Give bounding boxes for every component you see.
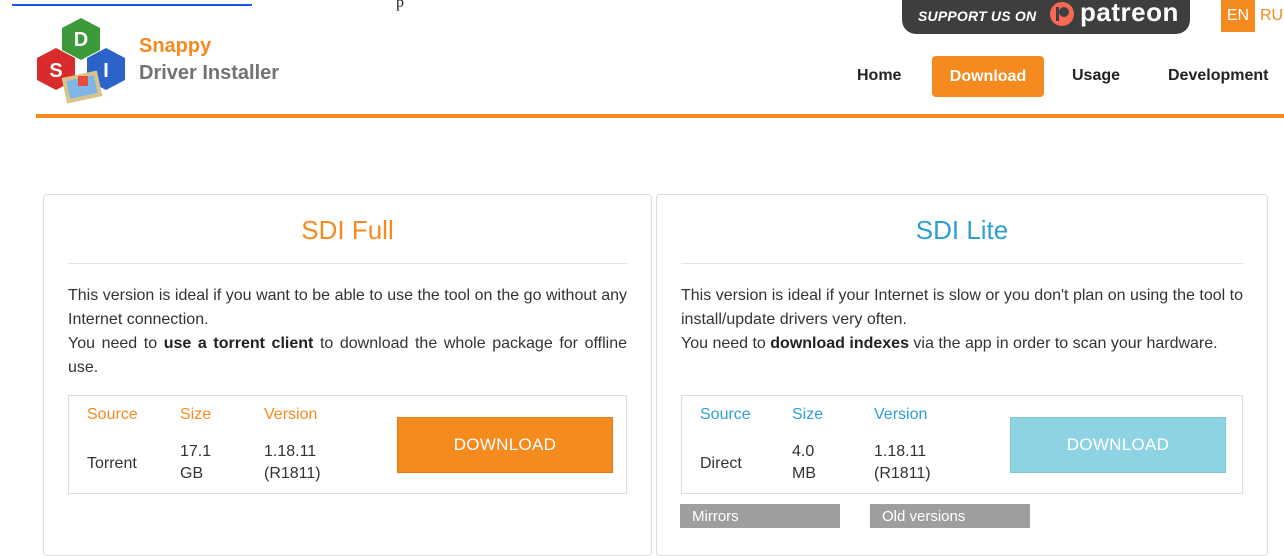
nav-usage[interactable]: Usage bbox=[1072, 67, 1120, 85]
header-divider bbox=[36, 114, 1284, 118]
version-release: (R1811) bbox=[264, 465, 321, 482]
source-value: Torrent bbox=[87, 455, 137, 472]
top-link[interactable] bbox=[12, 0, 252, 6]
patreon-wordmark: patreon bbox=[1080, 0, 1179, 27]
sdi-full-panel: SDI Full This version is ideal if you wa… bbox=[43, 194, 652, 556]
sdi-full-description: This version is ideal if you want to be … bbox=[68, 284, 627, 380]
sdi-lite-desc-bold: download indexes bbox=[770, 335, 909, 352]
sdi-lite-panel: SDI Lite This version is ideal if your I… bbox=[656, 194, 1268, 556]
lang-en-button[interactable]: EN bbox=[1221, 0, 1255, 32]
sdi-full-desc-bold: use a torrent client bbox=[163, 335, 314, 352]
brand-name: Snappy bbox=[139, 35, 212, 57]
source-value: Direct bbox=[700, 455, 742, 472]
version-value: 1.18.11 (R1811) bbox=[264, 441, 321, 485]
patreon-support-label: SUPPORT US ON bbox=[918, 8, 1037, 24]
sdi-lite-desc-line2c: via the app in order to scan your hardwa… bbox=[908, 335, 1218, 352]
sdi-lite-download-box: Source Size Version Direct 4.0 MB 1.18.1… bbox=[681, 395, 1243, 494]
patreon-icon bbox=[1050, 2, 1074, 26]
sdi-full-title: SDI Full bbox=[68, 215, 627, 264]
sdi-lite-download-button[interactable]: DOWNLOAD bbox=[1010, 417, 1226, 473]
sdi-full-download-button[interactable]: DOWNLOAD bbox=[397, 417, 613, 473]
size-number: 17.1 bbox=[180, 443, 212, 460]
svg-text:D: D bbox=[74, 29, 88, 51]
top-text-fragment: p bbox=[396, 0, 404, 11]
size-unit: MB bbox=[792, 465, 816, 482]
version-number: 1.18.11 bbox=[874, 443, 927, 460]
sdi-logo[interactable]: D S I bbox=[34, 16, 128, 108]
col-header-version: Version bbox=[874, 406, 928, 423]
sdi-full-desc-line1: This version is ideal if you want to be … bbox=[68, 287, 627, 328]
brand-subtitle: Driver Installer bbox=[139, 62, 280, 84]
version-number: 1.18.11 bbox=[264, 443, 317, 460]
sdi-lite-desc-line1: This version is ideal if your Internet i… bbox=[681, 287, 1243, 328]
sdi-full-desc-line2a: You need to bbox=[68, 335, 164, 352]
old-versions-button[interactable]: Old versions bbox=[870, 504, 1030, 528]
lang-ru-button[interactable]: RU bbox=[1260, 7, 1283, 25]
col-header-size: Size bbox=[792, 406, 824, 423]
sdi-lite-description: This version is ideal if your Internet i… bbox=[681, 284, 1243, 356]
size-unit: GB bbox=[180, 465, 204, 482]
sdi-lite-desc-line2a: You need to bbox=[681, 335, 771, 352]
col-header-size: Size bbox=[180, 406, 212, 423]
patreon-support-button[interactable]: SUPPORT US ON patreon bbox=[902, 0, 1190, 34]
nav-home[interactable]: Home bbox=[857, 67, 901, 85]
svg-text:S: S bbox=[49, 60, 62, 82]
version-value: 1.18.11 (R1811) bbox=[874, 441, 931, 485]
size-number: 4.0 bbox=[792, 443, 815, 460]
svg-text:I: I bbox=[103, 60, 109, 82]
nav-download[interactable]: Download bbox=[932, 56, 1044, 97]
col-header-source: Source bbox=[87, 406, 138, 423]
size-value: 4.0 MB bbox=[792, 441, 816, 485]
nav-development[interactable]: Development bbox=[1168, 67, 1268, 85]
version-release: (R1811) bbox=[874, 465, 931, 482]
size-value: 17.1 GB bbox=[180, 441, 211, 485]
sdi-lite-title: SDI Lite bbox=[681, 215, 1243, 264]
sdi-full-download-box: Source Size Version Torrent 17.1 GB 1.18… bbox=[68, 395, 627, 494]
col-header-version: Version bbox=[264, 406, 318, 423]
mirrors-button[interactable]: Mirrors bbox=[680, 504, 840, 528]
col-header-source: Source bbox=[700, 406, 751, 423]
